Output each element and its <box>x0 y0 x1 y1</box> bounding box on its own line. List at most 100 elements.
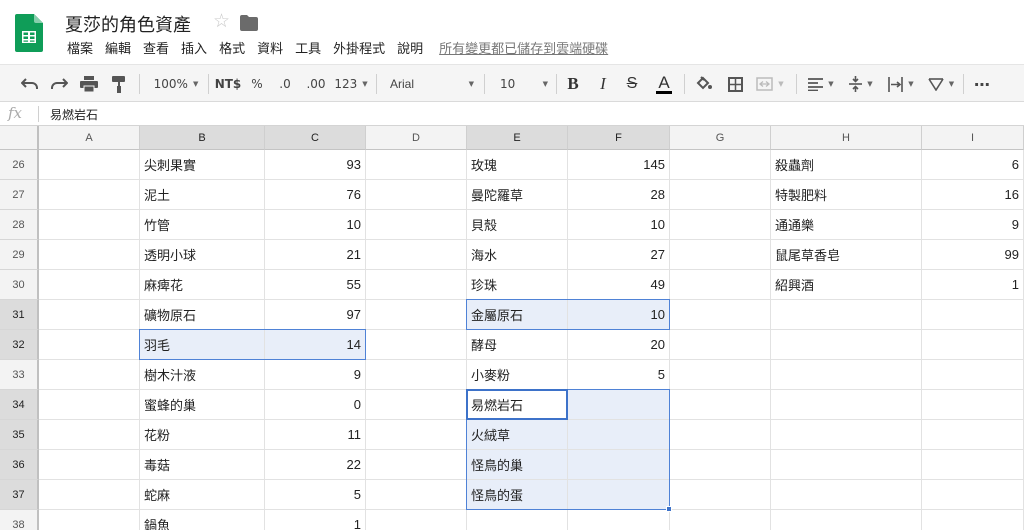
cell-d30[interactable] <box>366 270 467 300</box>
column-header-i[interactable]: I <box>922 126 1024 150</box>
cell-f35[interactable] <box>568 420 670 450</box>
cell-f32[interactable]: 20 <box>568 330 670 360</box>
cell-f36[interactable] <box>568 450 670 480</box>
cell-i31[interactable] <box>922 300 1024 330</box>
row-header-30[interactable]: 30 <box>0 270 39 300</box>
cell-d27[interactable] <box>366 180 467 210</box>
cell-h33[interactable] <box>771 360 922 390</box>
menu-tools[interactable]: 工具 <box>289 41 327 59</box>
cell-i36[interactable] <box>922 450 1024 480</box>
strikethrough-button[interactable]: S <box>621 65 643 103</box>
sheets-logo-icon[interactable] <box>15 14 43 52</box>
vertical-align-select[interactable]: ▼ <box>843 65 879 103</box>
cell-i37[interactable] <box>922 480 1024 510</box>
cell-e37[interactable]: 怪鳥的蛋 <box>467 480 568 510</box>
cell-e26[interactable]: 玫瑰 <box>467 150 568 180</box>
cell-b33[interactable]: 樹木汁液 <box>140 360 265 390</box>
cell-e31[interactable]: 金屬原石 <box>467 300 568 330</box>
column-header-c[interactable]: C <box>265 126 366 150</box>
cell-c32[interactable]: 14 <box>265 330 366 360</box>
cell-h30[interactable]: 紹興酒 <box>771 270 922 300</box>
currency-format-button[interactable]: NT$ <box>212 65 244 103</box>
column-header-f[interactable]: F <box>568 126 670 150</box>
borders-button[interactable] <box>723 65 747 103</box>
font-size-select[interactable]: 10 ▼ <box>496 65 552 103</box>
row-header-28[interactable]: 28 <box>0 210 39 240</box>
font-family-select[interactable]: Arial ▼ <box>386 65 478 103</box>
cell-e28[interactable]: 貝殼 <box>467 210 568 240</box>
cell-a37[interactable] <box>39 480 140 510</box>
cell-f37[interactable] <box>568 480 670 510</box>
cell-f34[interactable] <box>568 390 670 420</box>
cell-d36[interactable] <box>366 450 467 480</box>
cell-a32[interactable] <box>39 330 140 360</box>
cell-d38[interactable] <box>366 510 467 530</box>
cell-e29[interactable]: 海水 <box>467 240 568 270</box>
cell-h35[interactable] <box>771 420 922 450</box>
row-header-35[interactable]: 35 <box>0 420 39 450</box>
cell-i38[interactable] <box>922 510 1024 530</box>
cell-c28[interactable]: 10 <box>265 210 366 240</box>
cell-e27[interactable]: 曼陀羅草 <box>467 180 568 210</box>
cell-a35[interactable] <box>39 420 140 450</box>
row-header-26[interactable]: 26 <box>0 150 39 180</box>
cell-c37[interactable]: 5 <box>265 480 366 510</box>
cell-b37[interactable]: 蛇麻 <box>140 480 265 510</box>
cell-h36[interactable] <box>771 450 922 480</box>
cell-a31[interactable] <box>39 300 140 330</box>
cell-g29[interactable] <box>670 240 771 270</box>
horizontal-align-select[interactable]: ▼ <box>803 65 839 103</box>
text-wrapping-select[interactable]: ▼ <box>883 65 919 103</box>
cell-b32[interactable]: 羽毛 <box>140 330 265 360</box>
cell-d35[interactable] <box>366 420 467 450</box>
cell-h28[interactable]: 通通樂 <box>771 210 922 240</box>
row-header-29[interactable]: 29 <box>0 240 39 270</box>
cell-g30[interactable] <box>670 270 771 300</box>
cell-g34[interactable] <box>670 390 771 420</box>
menu-help[interactable]: 說明 <box>391 41 429 59</box>
cell-c38[interactable]: 1 <box>265 510 366 530</box>
column-header-g[interactable]: G <box>670 126 771 150</box>
text-color-button[interactable]: A <box>651 65 677 103</box>
column-header-b[interactable]: B <box>140 126 265 150</box>
italic-button[interactable]: I <box>592 65 614 103</box>
cell-h34[interactable] <box>771 390 922 420</box>
save-status-link[interactable]: 所有變更都已儲存到雲端硬碟 <box>439 41 608 59</box>
cell-h31[interactable] <box>771 300 922 330</box>
fill-color-button[interactable] <box>692 65 716 103</box>
cell-i35[interactable] <box>922 420 1024 450</box>
cell-f30[interactable]: 49 <box>568 270 670 300</box>
fill-handle[interactable] <box>666 506 672 512</box>
select-all-corner[interactable] <box>0 126 39 150</box>
cell-i29[interactable]: 99 <box>922 240 1024 270</box>
row-header-33[interactable]: 33 <box>0 360 39 390</box>
cell-c35[interactable]: 11 <box>265 420 366 450</box>
cell-b38[interactable]: 鍋魚 <box>140 510 265 530</box>
row-header-38[interactable]: 38 <box>0 510 39 530</box>
row-header-37[interactable]: 37 <box>0 480 39 510</box>
cell-d28[interactable] <box>366 210 467 240</box>
cell-i32[interactable] <box>922 330 1024 360</box>
paint-format-button[interactable] <box>107 65 131 103</box>
cell-e38[interactable] <box>467 510 568 530</box>
cell-b27[interactable]: 泥土 <box>140 180 265 210</box>
menu-data[interactable]: 資料 <box>251 41 289 59</box>
menu-insert[interactable]: 插入 <box>175 41 213 59</box>
cell-a29[interactable] <box>39 240 140 270</box>
cell-d32[interactable] <box>366 330 467 360</box>
cell-a26[interactable] <box>39 150 140 180</box>
cell-i33[interactable] <box>922 360 1024 390</box>
cell-b29[interactable]: 透明小球 <box>140 240 265 270</box>
cell-g27[interactable] <box>670 180 771 210</box>
cell-e34[interactable]: 易燃岩石 <box>467 390 568 420</box>
cell-c31[interactable]: 97 <box>265 300 366 330</box>
percent-format-button[interactable]: % <box>248 65 266 103</box>
menu-view[interactable]: 查看 <box>137 41 175 59</box>
cell-g36[interactable] <box>670 450 771 480</box>
cell-a28[interactable] <box>39 210 140 240</box>
zoom-select[interactable]: 100% ▼ <box>148 65 204 103</box>
decrease-decimal-button[interactable]: .0 <box>274 65 296 103</box>
row-header-31[interactable]: 31 <box>0 300 39 330</box>
document-title[interactable]: 夏莎的角色資產 <box>65 11 191 37</box>
cell-f29[interactable]: 27 <box>568 240 670 270</box>
